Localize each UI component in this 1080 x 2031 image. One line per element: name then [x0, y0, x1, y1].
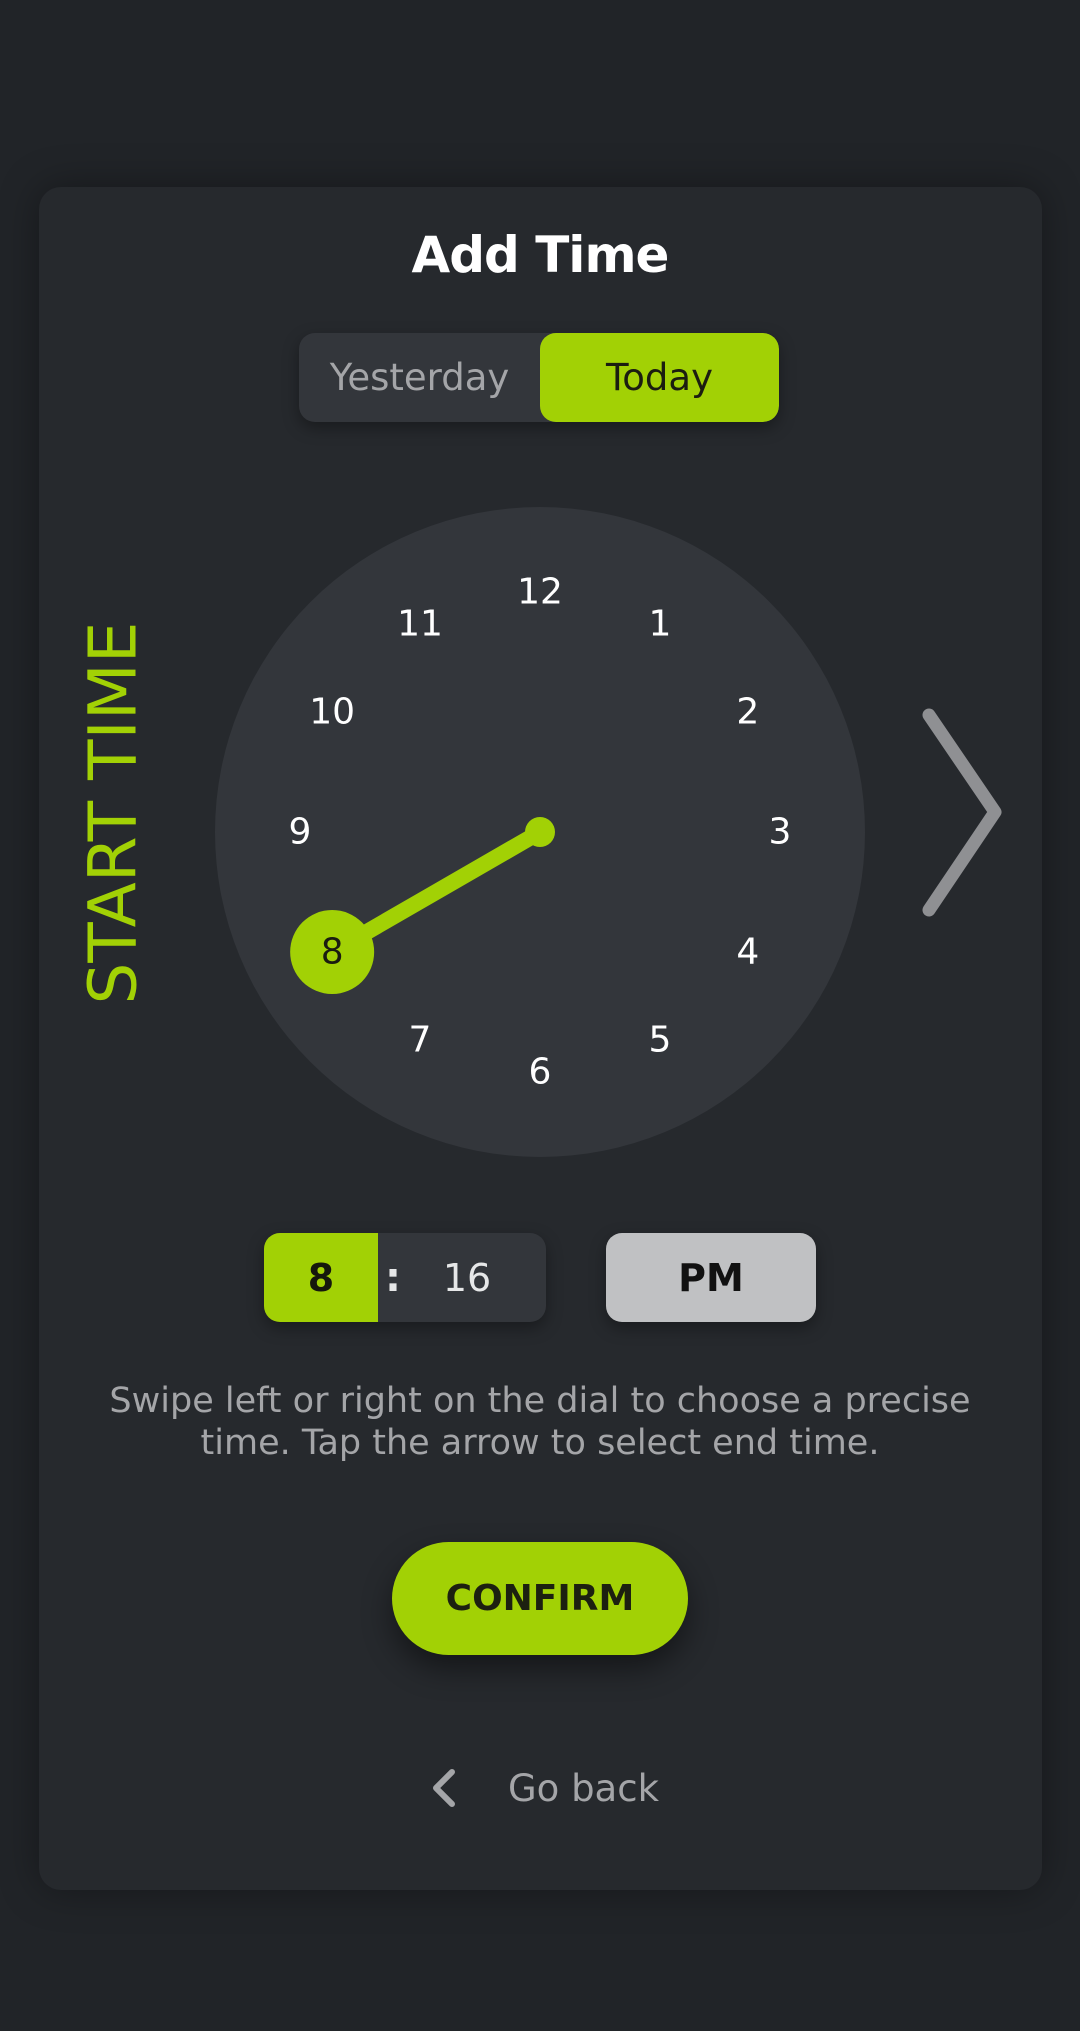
start-time-label: START TIME [74, 621, 152, 1005]
tab-today[interactable]: Today [540, 333, 779, 422]
dial-number-7[interactable]: 7 [409, 1019, 432, 1060]
dial-number-3[interactable]: 3 [769, 812, 792, 853]
time-separator: : [385, 1254, 401, 1301]
go-back-label: Go back [508, 1766, 659, 1810]
dial-number-10[interactable]: 10 [309, 692, 355, 733]
dial-center [525, 817, 555, 847]
chevron-right-icon[interactable] [915, 705, 1005, 920]
dial-number-9[interactable]: 9 [289, 812, 312, 853]
instructions-text: Swipe left or right on the dial to choos… [109, 1381, 971, 1463]
page-title: Add Time [411, 226, 670, 284]
dial-number-12[interactable]: 12 [517, 572, 563, 613]
go-back-button[interactable]: Go back [428, 1758, 659, 1818]
confirm-button[interactable]: CONFIRM [392, 1542, 688, 1655]
tab-yesterday[interactable]: Yesterday [299, 333, 540, 422]
dial-number-2[interactable]: 2 [736, 692, 759, 733]
hour-field[interactable]: 8 [264, 1233, 378, 1322]
dial-number-5[interactable]: 5 [649, 1019, 672, 1060]
dial-number-1[interactable]: 1 [649, 604, 672, 645]
chevron-left-icon [433, 1769, 455, 1807]
am-pm-toggle[interactable]: PM [606, 1233, 816, 1322]
dial-number-11[interactable]: 11 [397, 604, 443, 645]
minute-field[interactable]: 16 [408, 1233, 546, 1322]
dial-number-6[interactable]: 6 [529, 1052, 552, 1093]
time-display: 8 : 16 [264, 1233, 546, 1322]
clock-dial[interactable]: 121234567891011 [215, 507, 865, 1157]
dial-number-8[interactable]: 8 [321, 932, 344, 973]
day-toggle: Yesterday Today [299, 333, 779, 422]
dial-number-4[interactable]: 4 [736, 932, 759, 973]
